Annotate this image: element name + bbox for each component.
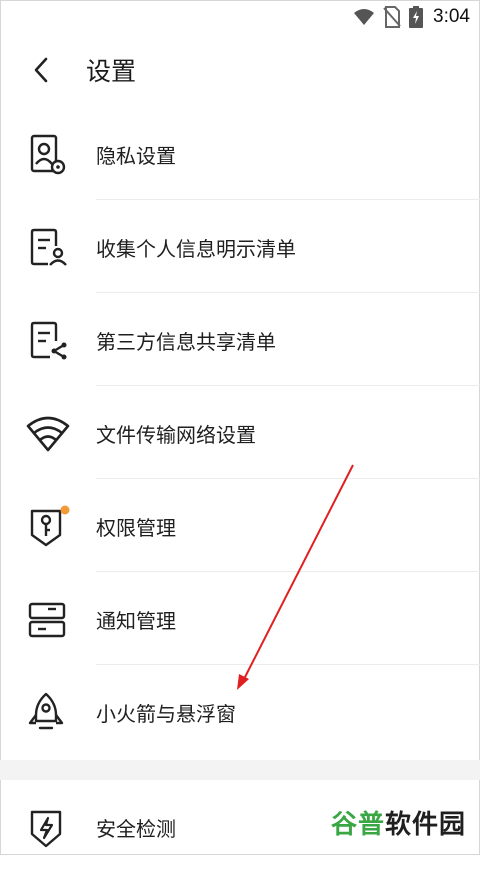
top-bar: 设置 — [0, 40, 480, 100]
settings-item-label: 隐私设置 — [96, 144, 176, 168]
third-party-share-icon — [30, 321, 67, 360]
settings-item-permission[interactable]: 权限管理 — [0, 479, 480, 572]
settings-item-third-party-share[interactable]: 第三方信息共享清单 — [0, 293, 480, 386]
wifi-status-icon — [354, 9, 375, 25]
battery-charging-icon — [409, 6, 424, 28]
notification-icon — [28, 602, 66, 638]
back-arrow-icon[interactable] — [26, 54, 58, 86]
status-bar: 3:04 — [0, 0, 480, 34]
settings-item-label: 收集个人信息明示清单 — [96, 237, 296, 261]
personal-info-list-icon — [30, 228, 67, 266]
settings-item-notification[interactable]: 通知管理 — [0, 572, 480, 665]
no-sim-icon — [383, 6, 401, 28]
status-icons: 3:04 — [353, 6, 470, 28]
watermark-part2: 软件园 — [384, 810, 466, 840]
settings-item-label: 权限管理 — [96, 516, 176, 540]
status-time: 3:04 — [433, 6, 470, 27]
settings-item-privacy[interactable]: 隐私设置 — [0, 107, 480, 200]
permission-key-icon — [30, 505, 70, 547]
settings-item-label: 通知管理 — [96, 609, 176, 633]
watermark-logo: 谷普 软件园 — [324, 802, 472, 843]
settings-item-file-transfer-network[interactable]: 文件传输网络设置 — [0, 386, 480, 479]
privacy-settings-icon — [30, 134, 66, 175]
settings-item-label: 第三方信息共享清单 — [96, 330, 276, 354]
page-title: 设置 — [86, 57, 137, 86]
notification-badge — [60, 505, 70, 515]
settings-item-label: 小火箭与悬浮窗 — [96, 702, 236, 726]
settings-item-rocket-floating-window[interactable]: 小火箭与悬浮窗 — [0, 665, 480, 758]
wifi-icon — [26, 416, 70, 452]
settings-item-personal-info-list[interactable]: 收集个人信息明示清单 — [0, 200, 480, 293]
section-separator — [0, 760, 480, 780]
settings-item-label: 安全检测 — [96, 817, 176, 841]
rocket-icon — [28, 692, 64, 730]
settings-item-label: 文件传输网络设置 — [96, 423, 256, 447]
security-check-icon — [30, 810, 62, 848]
watermark-part1: 谷普 — [330, 810, 385, 840]
